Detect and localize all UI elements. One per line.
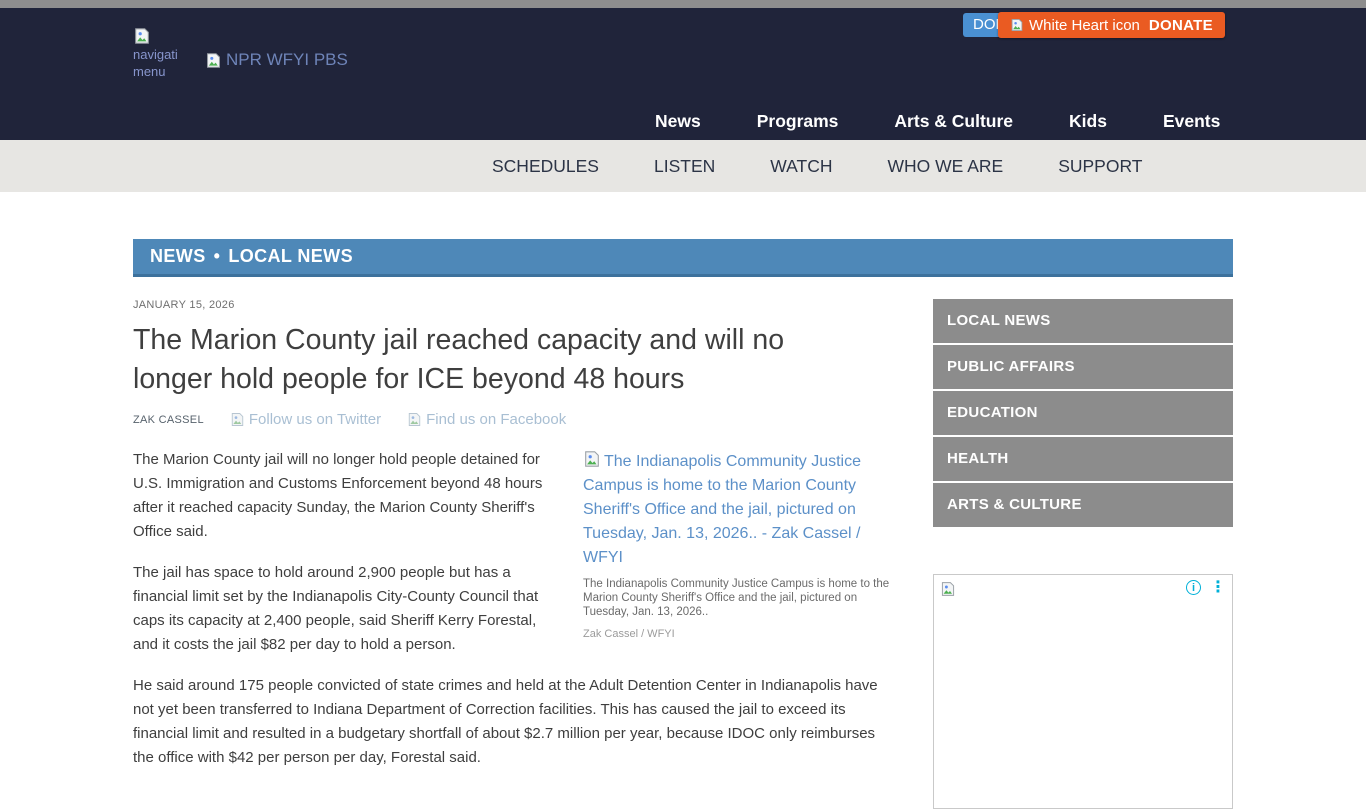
- nav-events[interactable]: Events: [1163, 111, 1220, 132]
- subnav-listen[interactable]: LISTEN: [654, 156, 715, 177]
- facebook-icon: [407, 412, 422, 427]
- nav-arts-culture[interactable]: Arts & Culture: [894, 111, 1013, 132]
- top-strip: [0, 0, 1366, 8]
- menu-alt-text: navigation menu: [133, 47, 178, 79]
- article-author: ZAK CASSEL: [133, 414, 204, 426]
- donate-icon-alt-text: White Heart icon: [1029, 17, 1140, 34]
- subnav-who-we-are[interactable]: WHO WE ARE: [887, 156, 1003, 177]
- sidebar-category-education[interactable]: EDUCATION: [933, 391, 1233, 435]
- article: JANUARY 15, 2026 The Marion County jail …: [133, 299, 890, 809]
- menu-button[interactable]: navigation menu: [133, 27, 178, 93]
- facebook-follow-link[interactable]: Find us on Facebook: [407, 411, 566, 428]
- sidebar-category-local-news[interactable]: LOCAL NEWS: [933, 299, 1233, 343]
- sidebar-category-public-affairs[interactable]: PUBLIC AFFAIRS: [933, 345, 1233, 389]
- secondary-nav: SCHEDULES LISTEN WATCH WHO WE ARE SUPPOR…: [0, 140, 1366, 192]
- site-header: navigation menu NPR WFYI PBS DONATE Whit…: [0, 8, 1366, 140]
- ad-container: i ⋮: [933, 574, 1233, 809]
- donate-button[interactable]: White Heart icon DONATE: [998, 12, 1225, 38]
- article-body: The Indianapolis Community Justice Campu…: [133, 448, 890, 770]
- image-alt-text: The Indianapolis Community Justice Campu…: [583, 453, 861, 566]
- twitter-follow-link[interactable]: Follow us on Twitter: [230, 411, 381, 428]
- article-paragraph: He said around 175 people convicted of s…: [133, 674, 890, 770]
- nav-programs[interactable]: Programs: [757, 111, 839, 132]
- logo-alt-text: NPR WFYI PBS: [226, 50, 348, 70]
- broken-image-icon: [205, 52, 222, 69]
- main-nav: News Programs Arts & Culture Kids Events: [655, 111, 1220, 132]
- article-date: JANUARY 15, 2026: [133, 299, 890, 311]
- image-credit: Zak Cassel / WFYI: [583, 622, 890, 646]
- nav-news[interactable]: News: [655, 111, 701, 132]
- subnav-support[interactable]: SUPPORT: [1058, 156, 1142, 177]
- subnav-schedules[interactable]: SCHEDULES: [492, 156, 599, 177]
- facebook-link-alt-text: Find us on Facebook: [426, 411, 566, 428]
- sidebar: LOCAL NEWS PUBLIC AFFAIRS EDUCATION HEAL…: [933, 299, 1233, 809]
- breadcrumb-news[interactable]: NEWS: [150, 246, 206, 267]
- sidebar-category-health[interactable]: HEALTH: [933, 437, 1233, 481]
- broken-image-icon: [133, 27, 151, 45]
- twitter-icon: [230, 412, 245, 427]
- breadcrumb-local-news[interactable]: LOCAL NEWS: [228, 246, 353, 267]
- donate-label: DONATE: [1149, 17, 1213, 34]
- sidebar-category-list: LOCAL NEWS PUBLIC AFFAIRS EDUCATION HEAL…: [933, 299, 1233, 527]
- subnav-watch[interactable]: WATCH: [770, 156, 832, 177]
- twitter-link-alt-text: Follow us on Twitter: [249, 411, 381, 428]
- article-title: The Marion County jail reached capacity …: [133, 321, 853, 399]
- article-image-broken: The Indianapolis Community Justice Campu…: [583, 450, 890, 570]
- nav-kids[interactable]: Kids: [1069, 111, 1107, 132]
- breadcrumb: NEWS • LOCAL NEWS: [133, 239, 1233, 277]
- article-image-figure: The Indianapolis Community Justice Campu…: [583, 450, 890, 646]
- breadcrumb-separator: •: [214, 246, 221, 267]
- white-heart-icon: [1010, 18, 1024, 32]
- broken-image-icon: [583, 450, 601, 468]
- page-content: NEWS • LOCAL NEWS JANUARY 15, 2026 The M…: [133, 239, 1233, 809]
- broken-image-icon: [940, 581, 956, 597]
- byline: ZAK CASSEL Follow us on Twitter: [133, 411, 890, 428]
- image-caption: The Indianapolis Community Justice Campu…: [583, 578, 890, 619]
- ad-info-icon[interactable]: i: [1186, 580, 1201, 595]
- sidebar-category-arts-culture[interactable]: ARTS & CULTURE: [933, 483, 1233, 527]
- logo-link[interactable]: NPR WFYI PBS: [205, 50, 348, 70]
- ad-options-icon[interactable]: ⋮: [1210, 580, 1226, 595]
